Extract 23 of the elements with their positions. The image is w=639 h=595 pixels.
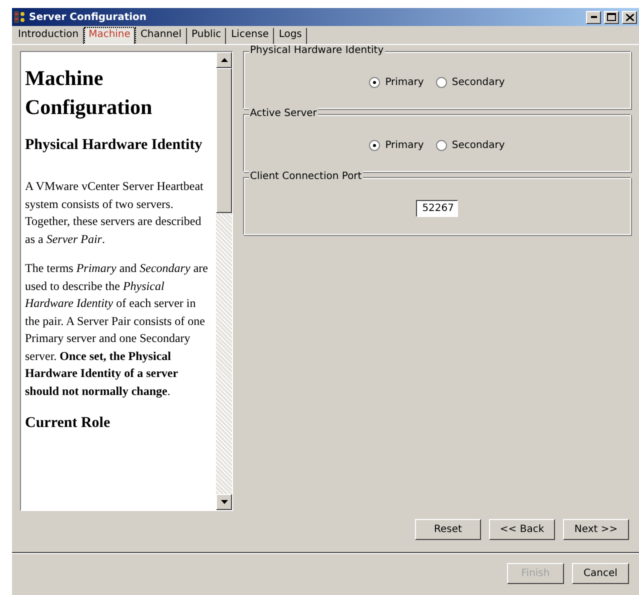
help-heading: Machine Configuration <box>25 65 154 121</box>
help-subheading: Current Role <box>25 414 112 433</box>
radio-label[interactable]: Secondary <box>452 140 505 150</box>
group-title: Physical Hardware Identity <box>249 45 385 56</box>
tab[interactable]: Machine <box>84 28 136 44</box>
radio-label[interactable]: Primary <box>385 76 424 88</box>
tab[interactable]: Logs <box>274 28 307 44</box>
tab[interactable]: Public <box>188 28 226 44</box>
nav-button[interactable]: Reset <box>415 519 481 540</box>
footer-button[interactable]: Cancel <box>572 563 629 584</box>
group-title: Active Server <box>249 108 318 119</box>
radio-label[interactable]: Secondary <box>452 76 505 88</box>
port-field[interactable]: 52267 <box>416 200 458 216</box>
window-title: Server Configuration <box>29 12 148 22</box>
tab[interactable]: Channel <box>136 28 186 44</box>
nav-button[interactable]: << Back <box>489 519 555 540</box>
group-title: Client Connection Port <box>249 171 363 182</box>
tab[interactable]: License <box>227 28 274 44</box>
nav-button[interactable]: Next >> <box>563 519 629 540</box>
help-paragraph: The terms Primary and Secondary are used to describe the Physical Hardware Identity of each server in the pair. A Server Pair consists of one Primary server and one Secondary server. Once set, the Physical Hardware Identity of a server should not normally change. <box>25 260 209 400</box>
help-paragraph: A VMware vCenter Server Heartbeat system consists of two servers. Together, these servers are described as a Server Pair. <box>25 178 204 248</box>
radio-label[interactable]: Primary <box>385 140 424 150</box>
help-subheading: Physical Hardware Identity <box>25 136 204 155</box>
